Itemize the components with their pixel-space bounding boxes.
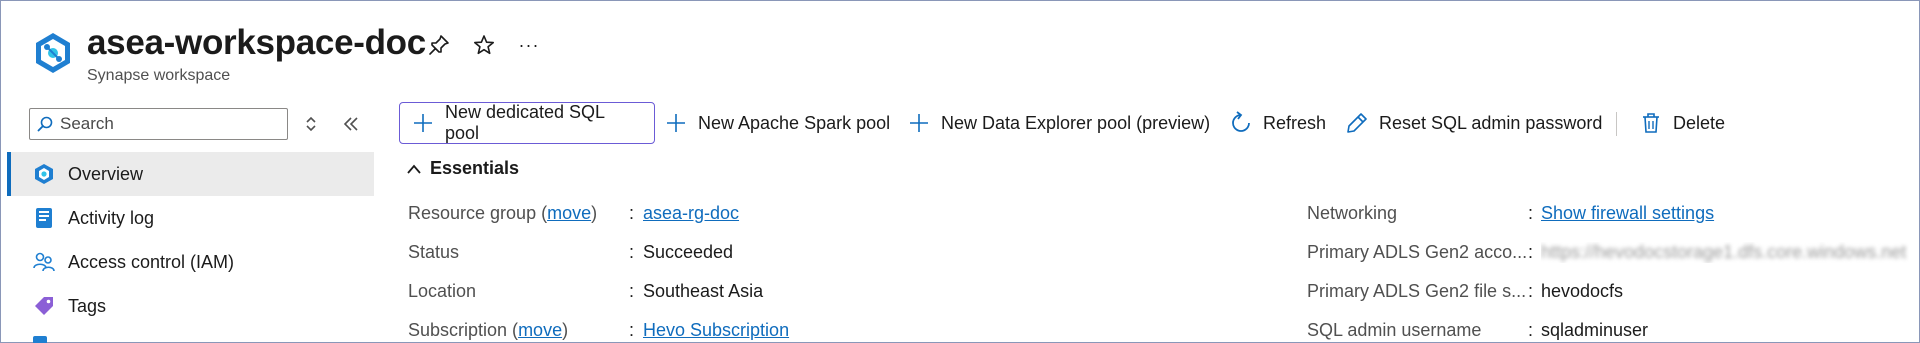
colon: : [1528, 242, 1534, 262]
sql-admin-username-value: sqladminuser [1541, 320, 1649, 340]
refresh-button[interactable]: Refresh [1229, 102, 1326, 144]
colon: : [629, 242, 635, 262]
favorite-button[interactable] [470, 31, 498, 59]
page-subtitle: Synapse workspace [87, 67, 231, 84]
pencil-icon [1345, 111, 1369, 135]
sidebar-item-label: Activity log [68, 207, 155, 228]
sidebar-item-access-control[interactable]: Access control (IAM) [7, 240, 374, 284]
sidebar: Overview Activity log Access control (IA… [1, 96, 374, 343]
sql-admin-username-label: SQL admin username [1307, 320, 1482, 340]
colon: : [1528, 281, 1534, 301]
delete-button[interactable]: Delete [1639, 102, 1725, 144]
reset-sql-admin-password-button[interactable]: Reset SQL admin password [1345, 102, 1602, 144]
networking-label: Networking [1307, 203, 1398, 223]
subscription-label: Subscription (move) [408, 320, 569, 340]
status-label: Status [408, 242, 460, 262]
subscription-move-link[interactable]: move [518, 320, 562, 340]
plus-icon [664, 111, 688, 135]
button-label: Delete [1673, 112, 1726, 133]
resource-group-value-link[interactable]: asea-rg-doc [643, 203, 739, 224]
tag-icon [35, 297, 53, 315]
essentials-label: Essentials [430, 158, 520, 178]
primary-adls-file-value: hevodocfs [1541, 281, 1624, 301]
button-label: New dedicated SQL pool [444, 102, 605, 143]
refresh-icon [1229, 111, 1253, 135]
sidebar-item-label: Tags [68, 295, 107, 316]
colon: : [1528, 320, 1534, 340]
page-header: asea-workspace-doc Synapse workspace ··· [1, 1, 1919, 96]
essentials-toggle[interactable]: Essentials [406, 158, 519, 179]
collapse-sidebar-button[interactable] [339, 112, 363, 136]
button-label: Refresh [1263, 112, 1327, 133]
pin-icon [429, 35, 449, 55]
activity-log-icon [36, 208, 52, 228]
chevron-up-icon [407, 164, 421, 174]
button-label: New Apache Spark pool [698, 112, 891, 133]
pin-button[interactable] [425, 31, 453, 59]
trash-icon [1639, 111, 1663, 135]
colon: : [1528, 203, 1534, 223]
command-bar: New dedicated SQL pool New Apache Spark … [399, 102, 1909, 144]
plus-icon [411, 111, 435, 135]
new-data-explorer-pool-button[interactable]: New Data Explorer pool (preview) [907, 102, 1210, 144]
sidebar-item-label: Overview [68, 163, 144, 184]
button-label: Reset SQL admin password [1379, 112, 1603, 133]
subscription-value-link[interactable]: Hevo Subscription [643, 320, 789, 341]
chevron-up-down-icon [306, 116, 316, 132]
new-apache-spark-pool-button[interactable]: New Apache Spark pool [664, 102, 890, 144]
primary-adls-account-value: https://hevodocstorage1.dfs.core.windows… [1541, 242, 1907, 262]
location-value: Southeast Asia [643, 281, 764, 301]
status-value: Succeeded [643, 242, 734, 262]
people-icon [33, 252, 55, 272]
colon: : [629, 203, 635, 223]
resource-group-move-link[interactable]: move [547, 203, 591, 223]
sidebar-item-activity-log[interactable]: Activity log [7, 196, 374, 240]
sidebar-item-overview[interactable]: Overview [7, 152, 374, 196]
next-item-icon-partial [33, 336, 47, 343]
colon: : [629, 281, 635, 301]
location-label: Location [408, 281, 477, 301]
more-actions-button[interactable]: ··· [515, 31, 543, 59]
search-icon [30, 109, 60, 139]
star-icon [473, 35, 495, 55]
sidebar-item-label: Access control (IAM) [68, 251, 235, 272]
synapse-workspace-icon [36, 33, 70, 73]
expand-collapse-button[interactable] [299, 112, 323, 136]
synapse-overview-icon [35, 164, 53, 184]
colon: : [629, 320, 635, 340]
plus-icon [907, 111, 931, 135]
page-title: asea-workspace-doc [87, 23, 426, 62]
show-firewall-settings-link[interactable]: Show firewall settings [1541, 203, 1714, 224]
search-box[interactable] [29, 108, 288, 140]
new-dedicated-sql-pool-button[interactable]: New dedicated SQL pool [399, 102, 655, 144]
toolbar-divider [1616, 112, 1617, 136]
double-chevron-left-icon [343, 117, 358, 131]
button-label: New Data Explorer pool (preview) [941, 112, 1211, 133]
primary-adls-account-label: Primary ADLS Gen2 acco... [1307, 242, 1528, 262]
search-input[interactable] [60, 114, 280, 134]
primary-adls-file-label: Primary ADLS Gen2 file s... [1307, 281, 1527, 301]
resource-group-label: Resource group (move) [408, 203, 598, 223]
sidebar-item-tags[interactable]: Tags [7, 284, 374, 328]
